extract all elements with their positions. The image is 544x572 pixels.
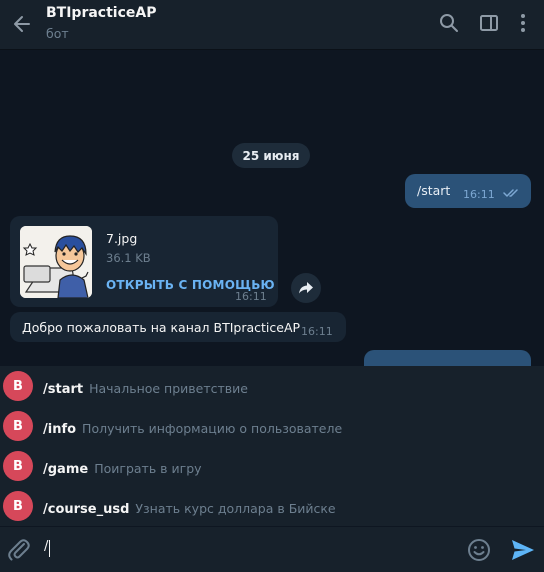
chat-subtitle: бот — [46, 26, 69, 41]
command-name: /info — [43, 422, 77, 437]
command-name: /course_usd — [43, 502, 130, 517]
command-name: /start — [43, 382, 84, 397]
image-thumbnail[interactable] — [20, 226, 92, 298]
search-icon — [440, 14, 458, 32]
command-item-start[interactable]: B /start Начальное приветствие — [0, 366, 544, 406]
sidebar-panel-icon — [480, 15, 498, 31]
back-button[interactable] — [6, 8, 38, 40]
emoji-icon — [468, 539, 490, 561]
avatar: B — [3, 491, 33, 521]
avatar: B — [3, 451, 33, 481]
more-menu-button[interactable] — [512, 10, 534, 36]
avatar: B — [3, 371, 33, 401]
file-message[interactable]: 7.jpg 36.1 KB ОТКРЫТЬ С ПОМОЩЬЮ 16:11 — [10, 216, 278, 307]
command-item-info[interactable]: B /info Получить информацию о пользовател… — [0, 406, 544, 446]
send-icon — [512, 540, 534, 560]
send-button[interactable] — [510, 538, 536, 562]
file-size: 36.1 KB — [106, 251, 151, 265]
chat-title[interactable]: BTIpracticeAP — [46, 5, 156, 21]
text-caret — [49, 540, 50, 557]
command-description: Поиграть в игру — [94, 461, 202, 476]
message-composer: / — [0, 526, 544, 572]
double-check-icon — [503, 189, 518, 197]
message-time: 16:11 — [463, 188, 495, 201]
file-name: 7.jpg — [106, 231, 138, 246]
outgoing-message[interactable]: /start 16:11 — [405, 174, 531, 208]
message-list[interactable]: 25 июня /start 16:11 7.jpg 36.1 KB ОТКРЫ… — [0, 51, 544, 366]
date-separator: 25 июня — [232, 143, 310, 168]
more-vertical-icon — [521, 14, 525, 32]
share-button[interactable] — [291, 273, 321, 303]
sidebar-toggle-button[interactable] — [476, 10, 502, 36]
share-icon — [299, 282, 313, 294]
command-item-game[interactable]: B /game Поиграть в игру — [0, 446, 544, 486]
message-text: Добро пожаловать на канал BTIpracticeAP — [22, 320, 301, 335]
command-item-course-usd[interactable]: B /course_usd Узнать курс доллара в Бийск… — [0, 486, 544, 526]
message-input[interactable]: / — [44, 539, 444, 561]
incoming-message[interactable]: Добро пожаловать на канал BTIpracticeAP … — [10, 312, 346, 342]
attach-button[interactable] — [6, 537, 32, 563]
command-description: Узнать курс доллара в Бийске — [135, 501, 336, 516]
message-text: /start — [417, 183, 451, 198]
command-description: Начальное приветствие — [89, 381, 248, 396]
search-button[interactable] — [436, 10, 462, 36]
chat-header: BTIpracticeAP бот — [0, 0, 544, 50]
command-name: /game — [43, 462, 89, 477]
outgoing-message-partial[interactable] — [364, 350, 531, 366]
message-time: 16:11 — [301, 325, 333, 338]
back-arrow-icon — [14, 16, 30, 32]
emoji-button[interactable] — [467, 538, 491, 562]
message-time: 16:11 — [235, 290, 267, 303]
cartoon-thumbnail-image — [20, 226, 92, 298]
bot-commands-panel: B /start Начальное приветствие B /info Пол… — [0, 366, 544, 526]
paperclip-icon — [8, 539, 30, 561]
command-description: Получить информацию о пользователе — [82, 421, 343, 436]
avatar: B — [3, 411, 33, 441]
